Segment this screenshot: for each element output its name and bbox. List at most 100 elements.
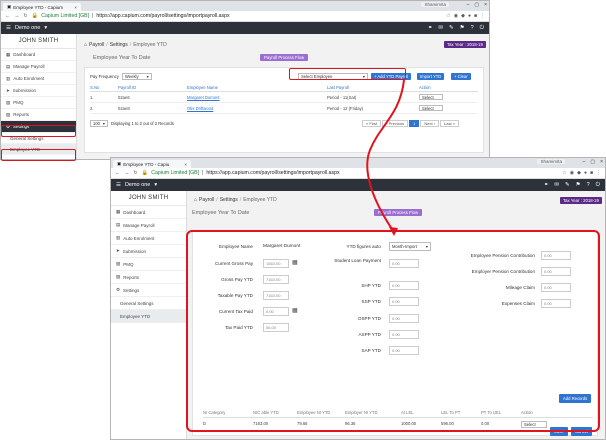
star-icon[interactable]: ☆ bbox=[446, 13, 450, 19]
sidebar-item-manage-payroll[interactable]: ▤ Manage Payroll bbox=[111, 219, 186, 232]
help-icon[interactable]: ? bbox=[587, 182, 590, 189]
url-field[interactable]: 🔒 Capium Limited [GB] | https://app.capi… bbox=[32, 13, 230, 19]
page-previous[interactable]: ‹ Previous bbox=[382, 120, 409, 127]
cell-sno: 2. bbox=[90, 105, 94, 111]
extension-icon[interactable]: ◆ bbox=[461, 13, 465, 19]
sidebar-item-dashboard[interactable]: ▦ Dashboard bbox=[111, 206, 186, 219]
hamburger-icon[interactable]: ☰ bbox=[6, 25, 11, 31]
binoculars-icon[interactable]: ⚭ bbox=[544, 182, 549, 189]
sidebar-sub-employee-ytd[interactable]: Employee YTD bbox=[111, 310, 186, 323]
tab-title: Employee YTD - Capiu bbox=[123, 161, 170, 167]
star-icon[interactable]: ☆ bbox=[562, 170, 566, 176]
clear-button[interactable]: + Clear bbox=[451, 73, 471, 80]
sidebar-item-pmq[interactable]: ▧ PMQ bbox=[1, 97, 76, 109]
col-employee-name: Employee Name bbox=[187, 85, 218, 90]
help-icon[interactable]: ? bbox=[471, 25, 474, 32]
hamburger-icon[interactable]: ☰ bbox=[116, 182, 121, 188]
crumb-settings[interactable]: Settings bbox=[110, 42, 128, 48]
reload-icon[interactable]: ↻ bbox=[23, 13, 27, 19]
reload-icon[interactable]: ↻ bbox=[133, 170, 137, 176]
sidebar-item-reports[interactable]: ▨ Reports bbox=[1, 109, 76, 121]
extension-icon[interactable]: ◉ bbox=[570, 170, 574, 176]
minimize-icon[interactable]: – bbox=[467, 2, 470, 8]
pay-frequency-label: Pay Frequency bbox=[90, 74, 119, 79]
sidebar-item-submission[interactable]: ➤ Submission bbox=[1, 85, 76, 97]
sidebar-item-auto-enrolment[interactable]: ▥ Auto Enrolment bbox=[1, 73, 76, 85]
maximize-icon[interactable]: ▢ bbox=[474, 2, 479, 8]
cell-last-payroll: Period - 11(Sat) bbox=[327, 94, 357, 100]
pay-frequency-value: Weekly bbox=[124, 74, 139, 79]
back-icon[interactable]: ← bbox=[5, 13, 10, 19]
power-icon[interactable]: ⏻ bbox=[596, 182, 600, 189]
tag-icon[interactable]: ✎ bbox=[449, 25, 454, 32]
extension-icon[interactable]: ● bbox=[584, 170, 587, 176]
extension-icon[interactable]: ■ bbox=[474, 13, 477, 19]
crumb-payroll[interactable]: Payroll bbox=[89, 42, 104, 48]
row-action-select[interactable]: Select bbox=[419, 105, 443, 111]
extension-icon[interactable]: ◆ bbox=[577, 170, 581, 176]
employee-name-link[interactable]: Otis Driftwood bbox=[187, 106, 267, 111]
menu-icon[interactable]: ⋮ bbox=[596, 170, 601, 176]
url-field[interactable]: 🔒 Capium Limited [GB] | https://app.capi… bbox=[142, 170, 340, 176]
profile-chip[interactable]: Shamim/ta bbox=[537, 159, 565, 164]
dropdown-chevron-icon[interactable]: ▾ bbox=[154, 182, 157, 188]
tag-icon[interactable]: ✎ bbox=[565, 182, 570, 189]
sidebar-item-submission[interactable]: ➤ Submission bbox=[111, 245, 186, 258]
page-next[interactable]: Next › bbox=[420, 120, 440, 127]
payroll-process-flow-button[interactable]: Payroll Process Flow bbox=[374, 209, 423, 216]
sidebar-item-manage-payroll[interactable]: ▤ Manage Payroll bbox=[1, 61, 76, 73]
sidebar-item-auto-enrolment[interactable]: ▥ Auto Enrolment bbox=[111, 232, 186, 245]
sidebar-item-dashboard[interactable]: ▦ Dashboard bbox=[1, 49, 76, 61]
cart-icon[interactable]: ⚑ bbox=[460, 25, 465, 32]
extension-icon[interactable]: ■ bbox=[590, 170, 593, 176]
forward-icon[interactable]: → bbox=[14, 13, 19, 19]
crumb-payroll[interactable]: Payroll bbox=[199, 197, 214, 203]
import-ytd-button[interactable]: Import YTD bbox=[417, 73, 445, 80]
address-bar: ← → ↻ 🔒 Capium Limited [GB] | https://ap… bbox=[1, 11, 489, 22]
page-first[interactable]: « First bbox=[362, 120, 382, 127]
cart-icon[interactable]: ⚑ bbox=[576, 182, 581, 189]
col-payroll-id: Payroll ID bbox=[118, 85, 137, 90]
minimize-icon[interactable]: – bbox=[583, 159, 586, 165]
close-tab-icon[interactable]: × bbox=[74, 5, 77, 10]
megaphone-icon[interactable]: ✉ bbox=[438, 25, 443, 32]
crumb-current: Employee YTD bbox=[243, 197, 277, 203]
payroll-process-flow-button[interactable]: Payroll Process Flow bbox=[260, 54, 309, 61]
page-size-select[interactable]: 100 ▾ bbox=[90, 120, 108, 127]
browser-tab[interactable]: ▣ Employee YTD - Capium × bbox=[3, 3, 81, 11]
back-icon[interactable]: ← bbox=[115, 170, 120, 176]
sidebar-item-label: Manage Payroll bbox=[123, 222, 155, 228]
page-last[interactable]: Last » bbox=[440, 120, 459, 127]
page-current[interactable]: 1 bbox=[409, 120, 420, 127]
menu-icon[interactable]: ⋮ bbox=[480, 13, 485, 19]
row-action-select[interactable]: Select bbox=[419, 94, 443, 100]
sidebar-item-pmq[interactable]: ▧ PMQ bbox=[111, 258, 186, 271]
sidebar-sub-general-settings[interactable]: General Settings bbox=[111, 297, 186, 310]
breadcrumb: ⌂ Payroll / Settings / Employee YTD bbox=[194, 197, 277, 203]
profile-chip[interactable]: Shamim/ta bbox=[421, 2, 449, 7]
tax-year-badge[interactable]: Tax Year : 2018-19 bbox=[560, 197, 602, 204]
table-header: S.No Payroll ID Employee Name Last Payro… bbox=[90, 85, 478, 92]
employee-name-link[interactable]: Margaret Dumont bbox=[187, 95, 267, 100]
dropdown-chevron-icon[interactable]: ▾ bbox=[44, 25, 47, 31]
sidebar-user-name: JOHN SMITH bbox=[111, 191, 186, 206]
cell-payroll-id: 02ae6 bbox=[118, 94, 130, 100]
close-tab-icon[interactable]: × bbox=[184, 162, 187, 167]
main-content: ⌂ Payroll / Settings / Employee YTD Tax … bbox=[78, 34, 489, 159]
browser-tab[interactable]: ▣ Employee YTD - Capiu × bbox=[113, 160, 191, 168]
binoculars-icon[interactable]: ⚭ bbox=[428, 25, 433, 32]
extension-icon[interactable]: ◉ bbox=[454, 13, 458, 19]
crumb-settings[interactable]: Settings bbox=[220, 197, 238, 203]
forward-icon[interactable]: → bbox=[124, 170, 129, 176]
sidebar-item-settings[interactable]: ⚙ Settings bbox=[111, 284, 186, 297]
power-icon[interactable]: ⏻ bbox=[480, 25, 484, 32]
submission-icon: ➤ bbox=[6, 87, 10, 93]
close-icon[interactable]: × bbox=[484, 2, 487, 8]
tax-year-badge[interactable]: Tax Year : 2018-19 bbox=[444, 41, 486, 48]
close-icon[interactable]: × bbox=[600, 159, 603, 165]
pay-frequency-select[interactable]: Weekly ▾ bbox=[121, 73, 152, 80]
maximize-icon[interactable]: ▢ bbox=[590, 159, 595, 165]
extension-icon[interactable]: ● bbox=[468, 13, 471, 19]
sidebar-item-reports[interactable]: ▨ Reports bbox=[111, 271, 186, 284]
megaphone-icon[interactable]: ✉ bbox=[554, 182, 559, 189]
